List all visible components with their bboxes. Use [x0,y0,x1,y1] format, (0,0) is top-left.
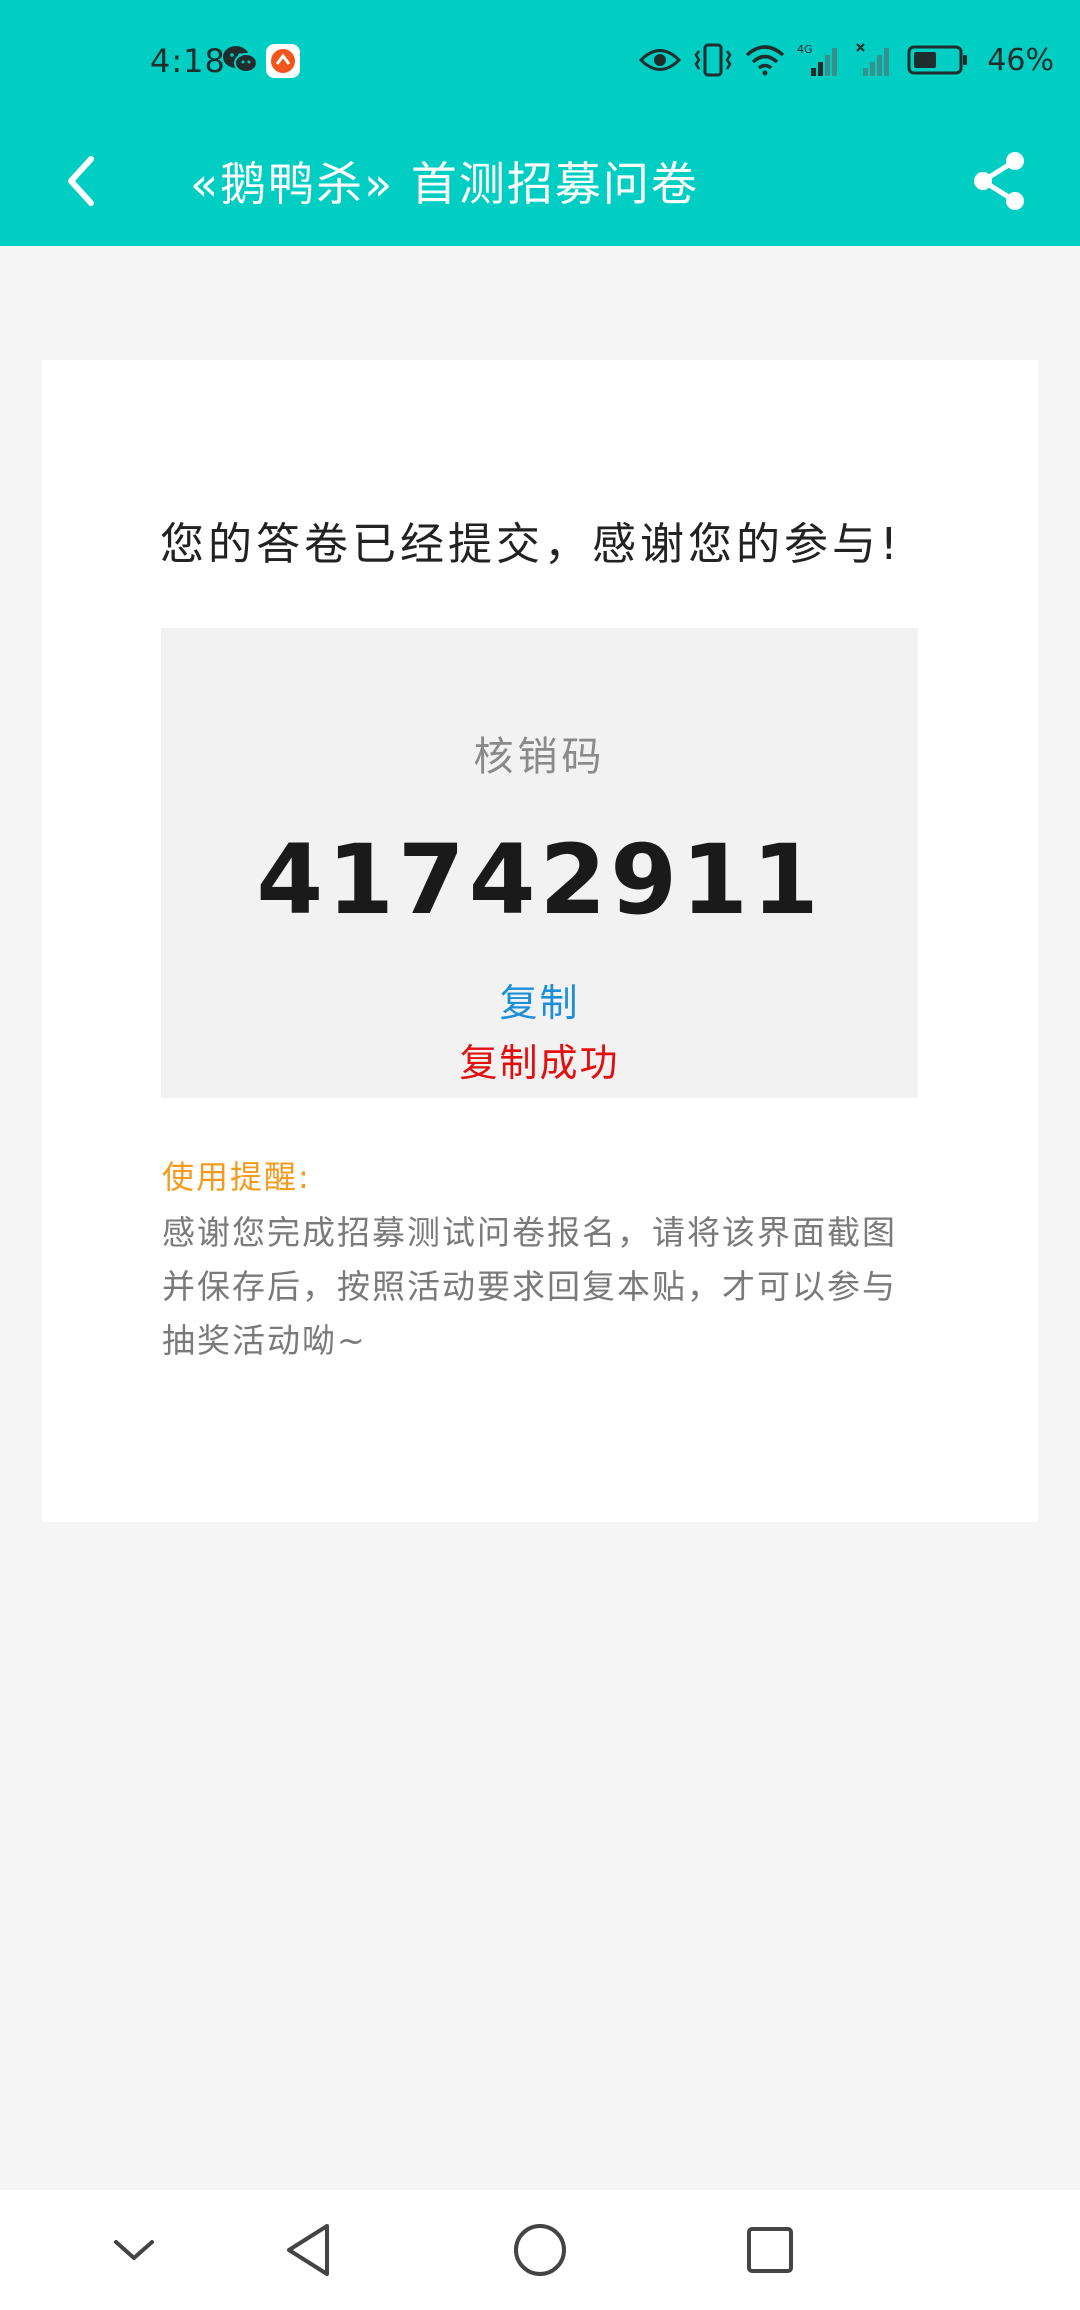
battery-icon [907,45,968,75]
back-button[interactable] [46,146,116,216]
app-notification-icon [266,44,300,78]
usage-reminder-text: 感谢您完成招募测试问卷报名，请将该界面截图并保存后，按照活动要求回复本贴，才可以… [162,1213,897,1360]
copy-success-message: 复制成功 [459,1041,620,1085]
svg-text:4G: 4G [797,43,813,56]
status-icons-right: 4G 46% [639,40,1054,80]
app-header: «鹅鸭杀» 首测招募问卷 [0,124,1080,246]
submission-success-message: 您的答卷已经提交，感谢您的参与! [160,519,902,570]
nav-back-button[interactable] [268,2210,348,2290]
redemption-code-value: 41742911 [256,824,823,936]
redemption-code-label: 核销码 [473,734,606,780]
top-area: 4:18 4G 46% «鹅鸭杀» 首测招募问卷 [0,0,1080,246]
redemption-code-box: 核销码 41742911 复制 复制成功 [161,628,918,1098]
share-button[interactable] [964,146,1034,216]
eye-icon [639,49,682,71]
chevron-down-icon [114,2240,154,2260]
nav-home-button[interactable] [500,2210,580,2290]
share-icon [974,152,1024,210]
copy-button[interactable]: 复制 [161,972,918,1027]
status-time: 4:18 [150,42,226,80]
status-bar: 4:18 4G 46% [0,0,1080,124]
usage-reminder-title: 使用提醒: [162,1158,311,1196]
signal-no-service-icon [856,43,890,76]
system-navigation-bar [0,2190,1080,2310]
nav-recent-apps-button[interactable] [730,2210,810,2290]
result-card: 您的答卷已经提交，感谢您的参与! 核销码 41742911 复制 复制成功 使用… [42,360,1038,1522]
vibrate-icon [694,43,732,77]
hide-nav-button[interactable] [94,2210,174,2290]
back-triangle-icon [287,2224,329,2276]
chevron-left-icon [68,156,94,206]
signal-icon: 4G [797,43,838,76]
recent-apps-square-icon [747,2227,793,2273]
battery-percentage: 46% [987,42,1054,78]
home-circle-icon [514,2224,566,2276]
wechat-icon [223,46,258,73]
wifi-icon [746,45,785,76]
page-title: «鹅鸭杀» 首测招募问卷 [190,157,699,211]
